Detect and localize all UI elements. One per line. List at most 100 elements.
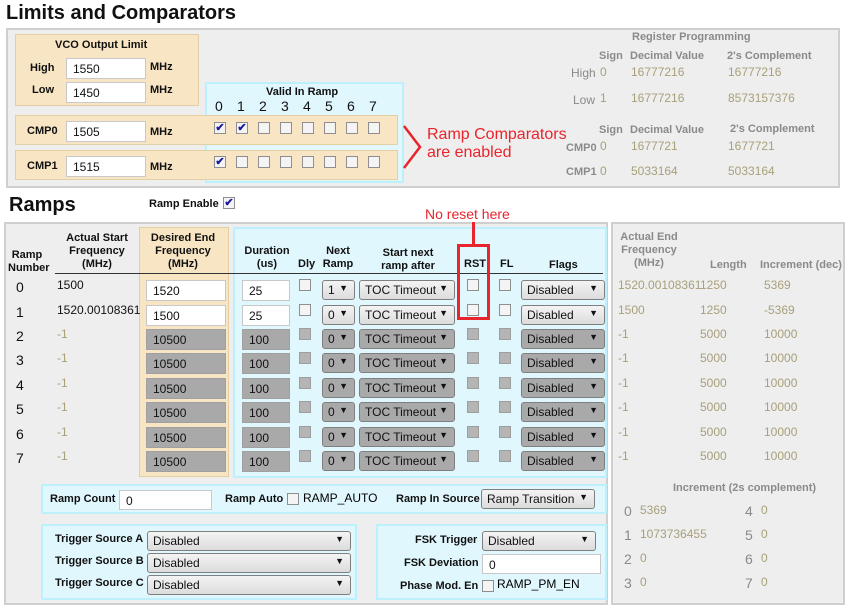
actual-start-frequency: 1500 — [57, 278, 84, 292]
chevron-down-icon: ▼ — [339, 356, 348, 366]
start-next-select[interactable]: TOC Timeout ▼ — [359, 280, 455, 300]
dly-checkbox — [299, 328, 311, 340]
cmp0-valid-ramp-7-checkbox[interactable] — [368, 122, 380, 134]
rst-checkbox — [467, 328, 479, 340]
chevron-down-icon: ▼ — [439, 430, 448, 440]
vco-low-label: Low — [32, 84, 54, 96]
reg-cmp0-decimal: 1677721 — [631, 139, 678, 153]
ramp-number: 1 — [16, 304, 24, 320]
dly-checkbox[interactable] — [299, 304, 311, 316]
chevron-down-icon: ▼ — [339, 283, 348, 293]
cmp1-valid-ramp-0-checkbox[interactable]: ✔ — [214, 156, 226, 168]
dly-checkbox — [299, 426, 311, 438]
trigger-b-select[interactable]: Disabled ▼ — [147, 553, 351, 573]
dly-checkbox — [299, 401, 311, 413]
fsk-deviation-input[interactable]: 0 — [482, 554, 601, 574]
cmp1-valid-ramp-7-checkbox[interactable] — [368, 156, 380, 168]
trigger-c-select[interactable]: Disabled ▼ — [147, 575, 351, 595]
start-next-select: TOC Timeout ▼ — [359, 427, 455, 447]
chevron-down-icon: ▼ — [439, 454, 448, 464]
ramp-auto-checkbox[interactable] — [287, 493, 299, 505]
next-ramp-select: 0 ▼ — [322, 329, 355, 349]
duration-input[interactable]: 25 — [242, 280, 290, 301]
cmp0-valid-ramp-5-checkbox[interactable] — [324, 122, 336, 134]
ramp-enable-checkbox[interactable]: ✔ — [223, 197, 235, 209]
cmp0-input[interactable]: 1505 — [66, 121, 146, 142]
flags-value: Disabled — [527, 381, 574, 395]
cmp0-valid-ramp-6-checkbox[interactable] — [346, 122, 358, 134]
cmp0-valid-ramp-0-checkbox[interactable]: ✔ — [214, 122, 226, 134]
comparator-annotation: Ramp Comparators are enabled — [427, 126, 567, 162]
header-actual-end: Actual End Frequency (MHz) — [620, 231, 678, 269]
ramp-increment: 10000 — [764, 400, 798, 414]
cmp1-valid-ramp-2-checkbox[interactable] — [258, 156, 270, 168]
fsk-trigger-select[interactable]: Disabled ▼ — [482, 531, 596, 551]
start-next-value: TOC Timeout — [365, 283, 437, 297]
flags-select[interactable]: Disabled ▼ — [521, 305, 605, 325]
ramp-count-input[interactable]: 0 — [119, 490, 212, 510]
fl-checkbox[interactable] — [499, 304, 511, 316]
ramp-length: 5000 — [700, 327, 727, 341]
desired-end-input[interactable]: 1520 — [146, 280, 226, 301]
vco-high-input[interactable]: 1550 — [66, 58, 146, 79]
cmp1-valid-ramp-3-checkbox[interactable] — [280, 156, 292, 168]
phase-mod-checkbox[interactable] — [482, 580, 494, 592]
reg-high-twos: 16777216 — [728, 65, 782, 79]
next-ramp-select[interactable]: 0 ▼ — [322, 305, 355, 325]
desired-end-input: 10500 — [146, 329, 226, 350]
actual-start-frequency: -1 — [57, 449, 68, 463]
next-ramp-value: 0 — [328, 405, 335, 419]
cmp1-valid-ramp-4-checkbox[interactable] — [302, 156, 314, 168]
desired-end-input[interactable]: 1500 — [146, 305, 226, 326]
actual-start-frequency: 1520.00108361 — [57, 303, 141, 317]
ramp-index-label: 5 — [325, 98, 333, 114]
cmp1-valid-ramp-5-checkbox[interactable] — [324, 156, 336, 168]
actual-end-frequency: -1 — [618, 351, 629, 365]
ramp-in-source-value: Ramp Transition — [487, 492, 575, 506]
next-ramp-select: 0 ▼ — [322, 402, 355, 422]
reg-decimal-header-2: Decimal Value — [630, 124, 704, 136]
ramp-number: 5 — [16, 401, 24, 417]
trigger-b-value: Disabled — [153, 556, 200, 570]
next-ramp-select[interactable]: 1 ▼ — [322, 280, 355, 300]
vco-low-input[interactable]: 1450 — [66, 82, 146, 103]
chevron-down-icon: ▼ — [580, 534, 589, 544]
twos-value: 1073736455 — [640, 527, 707, 541]
start-next-select: TOC Timeout ▼ — [359, 378, 455, 398]
reg-twos-header: 2's Complement — [727, 50, 812, 62]
desired-end-input: 10500 — [146, 402, 226, 423]
rst-checkbox[interactable] — [467, 279, 479, 291]
ramp-index-label: 7 — [369, 98, 377, 114]
dly-checkbox[interactable] — [299, 279, 311, 291]
twos-value: 0 — [761, 527, 768, 541]
ramp-number: 3 — [16, 352, 24, 368]
cmp0-valid-ramp-2-checkbox[interactable] — [258, 122, 270, 134]
cmp1-valid-ramp-6-checkbox[interactable] — [346, 156, 358, 168]
flags-value: Disabled — [527, 308, 574, 322]
ramp-in-source-select[interactable]: Ramp Transition ▼ — [481, 489, 595, 509]
duration-input[interactable]: 25 — [242, 305, 290, 326]
trigger-a-select[interactable]: Disabled ▼ — [147, 531, 351, 551]
fl-checkbox[interactable] — [499, 279, 511, 291]
flags-value: Disabled — [527, 454, 574, 468]
duration-input: 100 — [242, 451, 290, 472]
cmp1-input[interactable]: 1515 — [66, 156, 146, 177]
desired-end-input: 10500 — [146, 378, 226, 399]
reg-cmp1-twos: 5033164 — [728, 164, 775, 178]
cmp0-valid-ramp-4-checkbox[interactable] — [302, 122, 314, 134]
rst-checkbox[interactable] — [467, 304, 479, 316]
cmp0-valid-ramp-1-checkbox[interactable]: ✔ — [236, 122, 248, 134]
start-next-value: TOC Timeout — [365, 454, 437, 468]
dly-checkbox — [299, 450, 311, 462]
ramp-length: 1250 — [700, 303, 727, 317]
ramp-auto-checkbox-label: RAMP_AUTO — [303, 491, 378, 505]
header-actual-start: Actual Start Frequency (MHz) — [66, 232, 128, 270]
reg-high-sign: 0 — [600, 65, 607, 79]
start-next-select[interactable]: TOC Timeout ▼ — [359, 305, 455, 325]
flags-select[interactable]: Disabled ▼ — [521, 280, 605, 300]
cmp1-valid-ramp-1-checkbox[interactable] — [236, 156, 248, 168]
cmp0-valid-ramp-3-checkbox[interactable] — [280, 122, 292, 134]
fl-checkbox — [499, 450, 511, 462]
chevron-down-icon: ▼ — [439, 308, 448, 318]
twos-value: 5369 — [640, 503, 667, 517]
